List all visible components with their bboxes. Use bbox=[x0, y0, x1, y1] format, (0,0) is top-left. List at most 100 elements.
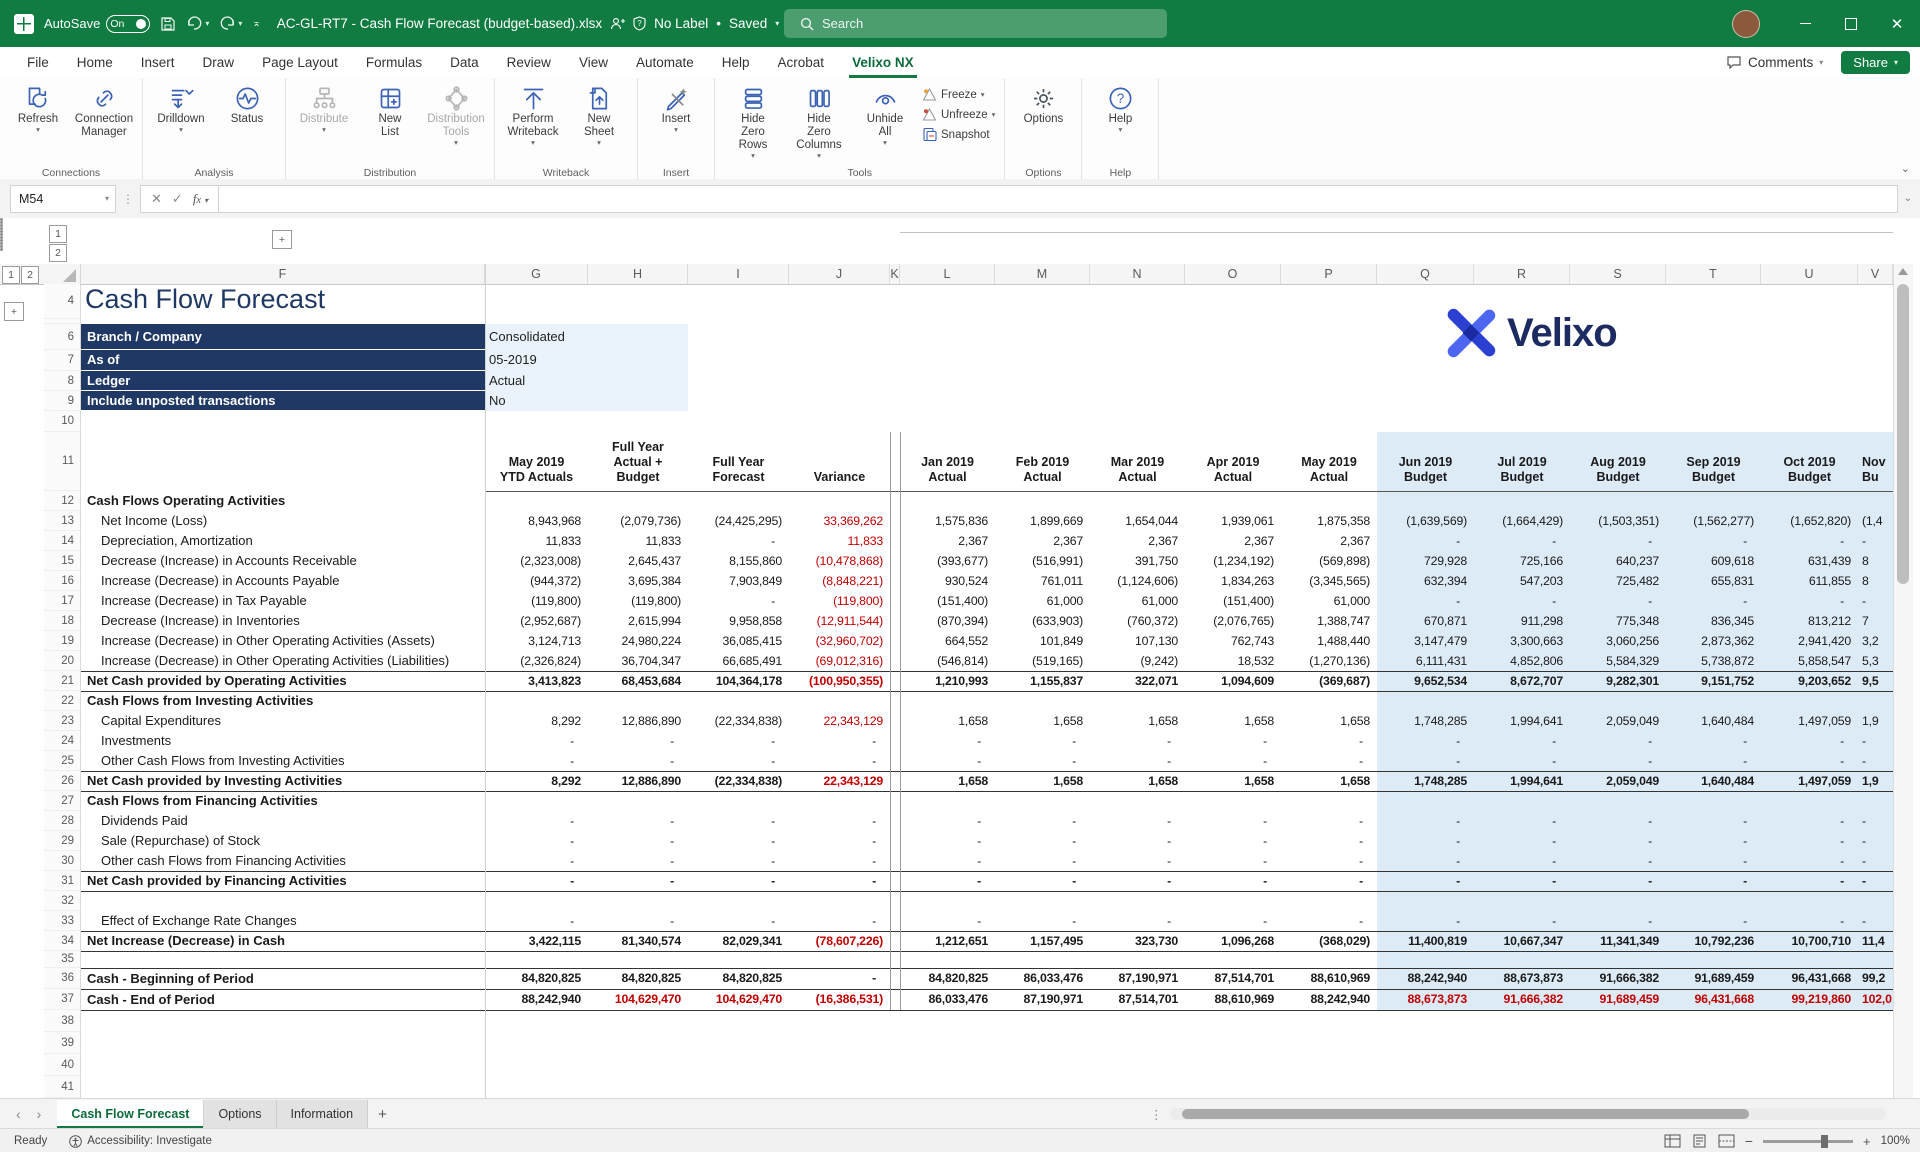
cell-J14[interactable]: 11,833 bbox=[789, 531, 890, 551]
cell-T20[interactable]: 5,738,872 bbox=[1666, 651, 1761, 671]
cell-N19[interactable]: 107,130 bbox=[1090, 631, 1185, 651]
cell-G26[interactable]: 8,292 bbox=[485, 771, 588, 791]
row-label-20[interactable]: Increase (Decrease) in Other Operating A… bbox=[81, 651, 485, 671]
dropdown-icon[interactable]: ▾ bbox=[992, 112, 996, 118]
cell-G33[interactable]: - bbox=[485, 911, 588, 931]
insert-function-icon[interactable]: fx ▾ bbox=[193, 191, 208, 207]
cell-H37[interactable]: 104,629,470 bbox=[588, 989, 688, 1010]
formula-input[interactable] bbox=[219, 185, 1897, 213]
cell-J21[interactable]: (100,950,355) bbox=[789, 671, 890, 691]
column-title-L[interactable]: Jan 2019Actual bbox=[900, 432, 995, 491]
row-header-10[interactable]: 10 bbox=[44, 411, 81, 432]
sheet-tab-information[interactable]: Information bbox=[277, 1100, 369, 1129]
cell-T37[interactable]: 96,431,668 bbox=[1666, 989, 1761, 1010]
cell-R33[interactable]: - bbox=[1474, 911, 1570, 931]
cell-V21[interactable]: 9,5 bbox=[1858, 671, 1893, 691]
cell-I29[interactable]: - bbox=[688, 831, 789, 851]
cell-I18[interactable]: 9,958,858 bbox=[688, 611, 789, 631]
cell-J23[interactable]: 22,343,129 bbox=[789, 711, 890, 731]
menu-tab-automate[interactable]: Automate bbox=[623, 47, 707, 78]
cell-H24[interactable]: - bbox=[588, 731, 688, 751]
cell-S25[interactable]: - bbox=[1570, 751, 1666, 771]
cell-G21[interactable]: 3,413,823 bbox=[485, 671, 588, 691]
row-header-37[interactable]: 37 bbox=[44, 989, 81, 1010]
cell-V24[interactable]: - bbox=[1858, 731, 1893, 751]
row-label-33[interactable]: Effect of Exchange Rate Changes bbox=[81, 911, 485, 931]
menu-tab-help[interactable]: Help bbox=[709, 47, 763, 78]
cell-J31[interactable]: - bbox=[789, 871, 890, 891]
row-label-34[interactable]: Net Increase (Decrease) in Cash bbox=[81, 931, 485, 951]
cell-I21[interactable]: 104,364,178 bbox=[688, 671, 789, 691]
cell-I15[interactable]: 8,155,860 bbox=[688, 551, 789, 571]
minimize-button[interactable] bbox=[1782, 0, 1828, 47]
column-header-S[interactable]: S bbox=[1570, 264, 1666, 284]
cell-J33[interactable]: - bbox=[789, 911, 890, 931]
cell-L36[interactable]: 84,820,825 bbox=[900, 968, 995, 989]
dropdown-icon[interactable]: ▾ bbox=[531, 140, 535, 146]
cell-G31[interactable]: - bbox=[485, 871, 588, 891]
row-header-32[interactable]: 32 bbox=[44, 891, 81, 911]
row-header-23[interactable]: 23 bbox=[44, 711, 81, 731]
row-header-28[interactable]: 28 bbox=[44, 811, 81, 831]
row-label-21[interactable]: Net Cash provided by Operating Activitie… bbox=[81, 671, 485, 691]
cell-S28[interactable]: - bbox=[1570, 811, 1666, 831]
sheet-nav-forward-icon[interactable]: › bbox=[37, 1106, 42, 1122]
ribbon-button-connection-manager[interactable]: Connection Manager bbox=[72, 82, 136, 139]
menu-tab-acrobat[interactable]: Acrobat bbox=[765, 47, 838, 78]
cell-J16[interactable]: (8,848,221) bbox=[789, 571, 890, 591]
cell-M19[interactable]: 101,849 bbox=[995, 631, 1090, 651]
cell-R17[interactable]: - bbox=[1474, 591, 1570, 611]
cell-J19[interactable]: (32,960,702) bbox=[789, 631, 890, 651]
cell-M30[interactable]: - bbox=[995, 851, 1090, 871]
cell-G13[interactable]: 8,943,968 bbox=[485, 511, 588, 531]
cell-R36[interactable]: 88,673,873 bbox=[1474, 968, 1570, 989]
cell-G30[interactable]: - bbox=[485, 851, 588, 871]
column-header-G[interactable]: G bbox=[485, 264, 588, 284]
cell-G16[interactable]: (944,372) bbox=[485, 571, 588, 591]
row-header-26[interactable]: 26 bbox=[44, 771, 81, 791]
row-label-12[interactable]: Cash Flows Operating Activities bbox=[81, 491, 485, 511]
cell-Q28[interactable]: - bbox=[1377, 811, 1474, 831]
saved-state[interactable]: Saved bbox=[729, 16, 767, 31]
cell-H30[interactable]: - bbox=[588, 851, 688, 871]
cell-Q20[interactable]: 6,111,431 bbox=[1377, 651, 1474, 671]
ribbon-button-new-list[interactable]: New List bbox=[358, 82, 422, 139]
cell-S16[interactable]: 725,482 bbox=[1570, 571, 1666, 591]
cell-S33[interactable]: - bbox=[1570, 911, 1666, 931]
cell-U36[interactable]: 96,431,668 bbox=[1761, 968, 1858, 989]
row-label-31[interactable]: Net Cash provided by Financing Activitie… bbox=[81, 871, 485, 891]
menu-tab-file[interactable]: File bbox=[14, 47, 62, 78]
row-header-8[interactable]: 8 bbox=[44, 371, 81, 391]
cell-H33[interactable]: - bbox=[588, 911, 688, 931]
cell-H26[interactable]: 12,886,890 bbox=[588, 771, 688, 791]
cell-L37[interactable]: 86,033,476 bbox=[900, 989, 995, 1010]
cell-J17[interactable]: (119,800) bbox=[789, 591, 890, 611]
scroll-up-icon[interactable] bbox=[1898, 268, 1908, 275]
cell-T18[interactable]: 836,345 bbox=[1666, 611, 1761, 631]
undo-dropdown-icon[interactable]: ▾ bbox=[205, 19, 209, 28]
cell-V28[interactable]: - bbox=[1858, 811, 1893, 831]
cell-U24[interactable]: - bbox=[1761, 731, 1858, 751]
namebox-dropdown-icon[interactable]: ▾ bbox=[105, 194, 115, 203]
select-all-triangle-icon[interactable] bbox=[63, 269, 76, 282]
search-input[interactable]: Search bbox=[784, 9, 1167, 38]
cell-G23[interactable]: 8,292 bbox=[485, 711, 588, 731]
cell-P14[interactable]: 2,367 bbox=[1281, 531, 1377, 551]
row-header-6[interactable]: 6 bbox=[44, 324, 81, 350]
cell-I28[interactable]: - bbox=[688, 811, 789, 831]
normal-view-icon[interactable] bbox=[1664, 1134, 1681, 1148]
row-header-24[interactable]: 24 bbox=[44, 731, 81, 751]
cell-M28[interactable]: - bbox=[995, 811, 1090, 831]
cell-I13[interactable]: (24,425,295) bbox=[688, 511, 789, 531]
cell-U21[interactable]: 9,203,652 bbox=[1761, 671, 1858, 691]
cell-I30[interactable]: - bbox=[688, 851, 789, 871]
cell-M18[interactable]: (633,903) bbox=[995, 611, 1090, 631]
sheet-nav-back-icon[interactable]: ‹ bbox=[16, 1106, 21, 1122]
row-outline-expand-button[interactable]: + bbox=[4, 302, 24, 321]
ribbon-button-options[interactable]: Options bbox=[1011, 82, 1075, 126]
cell-I23[interactable]: (22,334,838) bbox=[688, 711, 789, 731]
cell-U28[interactable]: - bbox=[1761, 811, 1858, 831]
cell-H31[interactable]: - bbox=[588, 871, 688, 891]
column-header-V[interactable]: V bbox=[1858, 264, 1893, 284]
ribbon-button-new-sheet[interactable]: New Sheet▾ bbox=[567, 82, 631, 146]
